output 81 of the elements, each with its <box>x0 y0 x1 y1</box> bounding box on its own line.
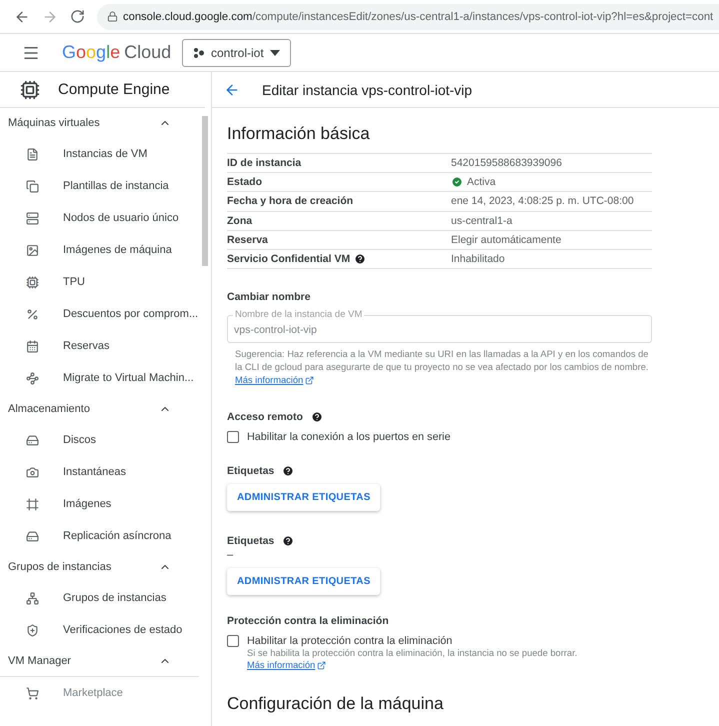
product-title: Compute Engine <box>58 81 170 98</box>
field-heading: Acceso remoto <box>227 410 303 423</box>
field-heading: Cambiar nombre <box>227 291 310 304</box>
scrollbar[interactable] <box>202 116 208 266</box>
table-cell-text: ene 14, 2023, 4:08:25 p. m. UTC-08:00 <box>451 195 635 208</box>
table-cell-text: Estado <box>227 176 264 188</box>
empty-value: – <box>227 548 234 561</box>
table-cell-text: Reserva <box>227 234 269 246</box>
table-cell-text: Zona <box>227 214 254 227</box>
caret-icon <box>270 50 280 56</box>
table-cell-text: ID de instancia <box>227 157 302 170</box>
chip-icon <box>26 276 39 288</box>
chip-icon <box>20 80 40 100</box>
document-icon <box>26 148 39 160</box>
check-icon <box>451 176 463 188</box>
table-cell: Servicio Confidential VM <box>227 253 451 266</box>
image-icon <box>26 244 39 256</box>
page-title: Editar instancia vps-control-iot-vip <box>262 82 472 98</box>
nodes-icon <box>26 372 39 384</box>
project-selector[interactable]: control-iot <box>182 38 291 66</box>
lock-icon <box>107 11 118 22</box>
table-cell: Activa <box>451 176 652 188</box>
sidebar-item[interactable]: Instantáneas <box>0 456 211 488</box>
shield-icon <box>26 624 39 636</box>
percent-icon <box>26 308 39 320</box>
sidebar-item[interactable]: TPU <box>0 266 211 298</box>
sidebar-item[interactable]: Verificaciones de estado <box>0 614 211 646</box>
table-cell-text: Inhabilitado <box>451 253 506 266</box>
sidebar-item[interactable]: Instancias de VM <box>0 138 211 170</box>
cart-icon <box>26 686 39 700</box>
sidebar-item[interactable]: Grupos de instancias <box>0 582 211 614</box>
table-cell-text: us-central1-a <box>451 214 514 227</box>
section-header[interactable]: Grupos de instancias <box>0 552 211 582</box>
network-icon <box>26 592 39 604</box>
field-heading: Etiquetas <box>227 464 274 477</box>
manage-labels-button[interactable]: ADMINISTRAR ETIQUETAS <box>227 568 380 595</box>
more-info-link[interactable]: Más información <box>247 659 326 672</box>
input-field[interactable]: Nombre de la instancia de VM vps-control-iot-vip <box>227 309 652 344</box>
back-icon[interactable] <box>14 8 30 24</box>
sidebar-item[interactable]: Migrate to Virtual Machin... <box>0 362 211 394</box>
sidebar-item[interactable]: Plantillas de instancia <box>0 170 211 202</box>
field-heading: Etiquetas <box>227 534 274 547</box>
sidebar-item[interactable]: Marketplace <box>0 677 199 709</box>
help-icon[interactable] <box>354 253 366 266</box>
back-icon[interactable] <box>224 82 240 98</box>
section-header[interactable]: Máquinas virtuales <box>0 108 211 138</box>
external-link-icon <box>317 661 326 670</box>
sidebar-item[interactable]: Descuentos por comprom... <box>0 298 211 330</box>
checkbox[interactable]: Habilitar la conexión a los puertos en serie <box>227 430 652 443</box>
section-header[interactable]: VM Manager <box>0 646 211 676</box>
sidebar-item[interactable]: Imágenes <box>0 488 211 520</box>
sidebar-item[interactable]: Reservas <box>0 330 211 362</box>
external-link-icon <box>305 376 314 385</box>
section-heading: Configuración de la máquina <box>227 694 444 714</box>
server-icon <box>26 212 39 224</box>
hint-text: Si se habilita la protección contra la eliminación, la instancia no se puede borrar. Más información <box>246 646 578 672</box>
hint-text: Sugerencia: Haz referencia a la VM mediante su URI en las llamadas a la API y en los comandos de la CLI de gcloud para asegurarte de que tu proyecto no se vea afectado por los cambios de nombre. Más información <box>234 348 650 387</box>
logo[interactable]: Google Cloud <box>62 42 182 63</box>
checkbox[interactable]: Habilitar la protección contra la eliminación <box>227 634 652 647</box>
help-icon[interactable] <box>282 534 294 547</box>
sidebar-item[interactable]: Nodos de usuario único <box>0 202 211 234</box>
sidebar-item[interactable]: Discos <box>0 424 211 456</box>
table-cell-text: Fecha y hora de creación <box>227 195 354 208</box>
table-cell-text: Elegir automáticamente <box>451 234 562 246</box>
copy-icon <box>26 180 39 192</box>
help-icon[interactable] <box>310 410 323 423</box>
manage-labels-button[interactable]: ADMINISTRAR ETIQUETAS <box>227 484 380 511</box>
sidebar-item[interactable]: Replicación asíncrona <box>0 520 211 552</box>
calendar-icon <box>26 340 39 352</box>
camera-icon <box>26 466 39 478</box>
section-header[interactable]: Almacenamiento <box>0 394 211 424</box>
field-heading: Protección contra la eliminación <box>227 614 389 627</box>
project-icon <box>193 46 205 58</box>
sidebar-item[interactable]: Imágenes de máquina <box>0 234 211 266</box>
reload-icon[interactable] <box>70 9 85 24</box>
more-info-link[interactable]: Más información <box>235 374 314 387</box>
help-icon[interactable] <box>282 464 294 477</box>
frame-icon <box>26 498 39 510</box>
section-heading: Información básica <box>227 124 371 144</box>
address-bar[interactable]: console.cloud.google.com/compute/instancesEdit/zones/us-central1-a/instances/vps-control-iot-vip?hl=es&project=cont <box>97 4 719 30</box>
table-cell-text: 5420159588683939096 <box>451 157 563 170</box>
